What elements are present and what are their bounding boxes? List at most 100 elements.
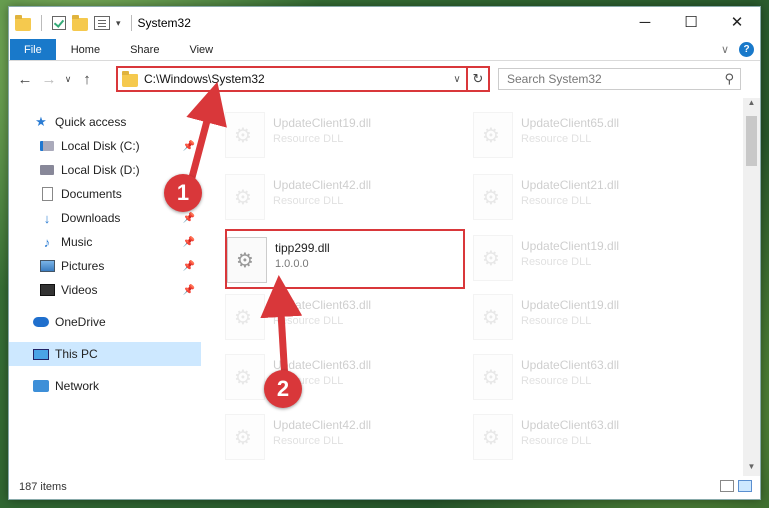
- pin-icon: 📌: [182, 284, 195, 296]
- nav-label: Pictures: [61, 259, 105, 273]
- music-icon: ♪: [43, 234, 51, 250]
- nav-music[interactable]: ♪ Music 📌: [9, 230, 201, 254]
- file-tile-tipp299[interactable]: tipp299.dll 1.0.0.0: [225, 229, 465, 289]
- file-tile[interactable]: UpdateClient42.dll Resource DLL: [225, 168, 465, 228]
- address-dropdown-icon[interactable]: ∨: [448, 74, 466, 85]
- file-tile[interactable]: UpdateClient65.dll Resource DLL: [473, 106, 713, 166]
- vertical-scrollbar[interactable]: ▲ ▼: [743, 98, 760, 476]
- nav-downloads[interactable]: ↓ Downloads 📌: [9, 206, 201, 230]
- file-tile[interactable]: UpdateClient21.dll Resource DLL: [473, 168, 713, 228]
- search-placeholder: Search System32: [507, 72, 602, 86]
- file-tile[interactable]: UpdateClient63.dll Resource DLL: [473, 408, 713, 468]
- customize-icon[interactable]: [94, 16, 110, 30]
- minimize-button[interactable]: ─: [622, 7, 668, 37]
- dll-file-icon: [225, 112, 265, 158]
- up-icon[interactable]: ↑: [75, 71, 99, 88]
- nav-label: Documents: [61, 187, 122, 201]
- drive-icon: [39, 138, 55, 154]
- nav-label: Quick access: [55, 115, 127, 129]
- nav-onedrive[interactable]: OneDrive: [9, 310, 201, 334]
- nav-quick-access[interactable]: ★ Quick access: [9, 110, 201, 134]
- nav-this-pc[interactable]: This PC: [9, 342, 201, 366]
- folder-icon: [122, 70, 138, 87]
- tab-share[interactable]: Share: [115, 39, 174, 60]
- dll-file-icon: [225, 174, 265, 220]
- videos-icon: [39, 282, 55, 298]
- help-icon[interactable]: ?: [739, 42, 754, 57]
- refresh-icon[interactable]: ↻: [466, 68, 488, 90]
- file-explorer-window: ▾ System32 ─ ☐ ✕ File Home Share View ∨ …: [8, 6, 761, 500]
- nav-local-disk-c[interactable]: Local Disk (C:) 📌: [9, 134, 201, 158]
- dll-file-icon: [473, 174, 513, 220]
- dll-file-icon: [473, 294, 513, 340]
- pictures-icon: [39, 258, 55, 274]
- tab-home[interactable]: Home: [56, 39, 115, 60]
- file-tile[interactable]: UpdateClient19.dll Resource DLL: [225, 106, 465, 166]
- tiles-view-icon[interactable]: [738, 480, 752, 492]
- qa-dropdown-icon[interactable]: ▾: [116, 18, 121, 29]
- details-view-icon[interactable]: [720, 480, 734, 492]
- onedrive-icon: [33, 314, 49, 330]
- address-bar[interactable]: C:\Windows\System32 ∨ ↻: [116, 66, 490, 92]
- maximize-button[interactable]: ☐: [668, 7, 714, 37]
- search-icon[interactable]: ⚲: [724, 71, 734, 87]
- scroll-thumb[interactable]: [746, 116, 757, 166]
- nav-label: Downloads: [61, 211, 121, 225]
- dll-file-icon: [473, 112, 513, 158]
- forward-icon[interactable]: →: [37, 71, 61, 88]
- file-name: tipp299.dll: [275, 241, 330, 255]
- window-controls: ─ ☐ ✕: [622, 7, 760, 37]
- dll-file-icon: [473, 235, 513, 281]
- file-name: UpdateClient19.dll: [521, 239, 620, 253]
- file-desc: Resource DLL: [521, 375, 592, 387]
- recent-dropdown-icon[interactable]: ∨: [61, 74, 75, 85]
- properties-check-icon[interactable]: [52, 16, 66, 30]
- new-folder-icon[interactable]: [72, 14, 88, 31]
- file-tile[interactable]: UpdateClient42.dll Resource DLL: [225, 408, 465, 468]
- this-pc-icon: [33, 346, 49, 362]
- step-1-badge: 1: [164, 174, 202, 212]
- expand-ribbon-icon[interactable]: ∨: [721, 43, 729, 56]
- file-tile[interactable]: UpdateClient19.dll Resource DLL: [473, 229, 713, 289]
- file-desc: Resource DLL: [521, 435, 592, 447]
- file-name: UpdateClient19.dll: [521, 298, 620, 312]
- address-row: ← → ∨ ↑ C:\Windows\System32 ∨ ↻ Search S…: [9, 61, 760, 97]
- file-tile[interactable]: UpdateClient19.dll Resource DLL: [473, 288, 713, 348]
- nav-videos[interactable]: Videos 📌: [9, 278, 201, 302]
- pin-icon: 📌: [182, 236, 195, 248]
- dll-file-icon: [225, 414, 265, 460]
- navigation-pane: ★ Quick access Local Disk (C:) 📌 Local D…: [9, 98, 201, 476]
- address-path[interactable]: C:\Windows\System32: [144, 72, 448, 86]
- file-desc: Resource DLL: [273, 315, 344, 327]
- ribbon-tabs: File Home Share View ∨ ?: [9, 39, 760, 61]
- search-input[interactable]: Search System32 ⚲: [498, 68, 741, 90]
- explorer-body: ★ Quick access Local Disk (C:) 📌 Local D…: [9, 98, 760, 476]
- back-icon[interactable]: ←: [13, 71, 37, 88]
- ribbon-right: ∨ ?: [721, 42, 754, 57]
- nav-label: Music: [61, 235, 93, 249]
- nav-network[interactable]: Network: [9, 374, 201, 398]
- file-desc: Resource DLL: [273, 435, 344, 447]
- file-list: UpdateClient19.dll Resource DLL UpdateCli…: [201, 98, 760, 476]
- file-desc: Resource DLL: [273, 133, 344, 145]
- network-icon: [33, 378, 49, 394]
- status-bar: 187 items: [9, 475, 760, 499]
- scroll-down-icon[interactable]: ▼: [743, 462, 760, 476]
- file-tile[interactable]: UpdateClient63.dllResource DLL: [473, 348, 713, 408]
- scroll-up-icon[interactable]: ▲: [743, 98, 760, 112]
- file-name: UpdateClient65.dll: [521, 116, 620, 130]
- pin-icon: 📌: [182, 212, 195, 224]
- close-button[interactable]: ✕: [714, 7, 760, 37]
- tab-file[interactable]: File: [10, 39, 56, 60]
- file-desc: Resource DLL: [521, 256, 592, 268]
- title-bar: ▾ System32 ─ ☐ ✕: [9, 7, 760, 39]
- pin-icon: 📌: [182, 260, 195, 272]
- file-tile[interactable]: UpdateClient63.dllResource DLL: [225, 348, 465, 408]
- tab-view[interactable]: View: [174, 39, 228, 60]
- item-count: 187 items: [19, 481, 67, 493]
- nav-label: Local Disk (C:): [61, 139, 140, 153]
- file-name: UpdateClient63.dll: [521, 418, 620, 432]
- divider: [41, 15, 42, 31]
- file-tile[interactable]: UpdateClient63.dllResource DLL: [225, 288, 465, 348]
- nav-pictures[interactable]: Pictures 📌: [9, 254, 201, 278]
